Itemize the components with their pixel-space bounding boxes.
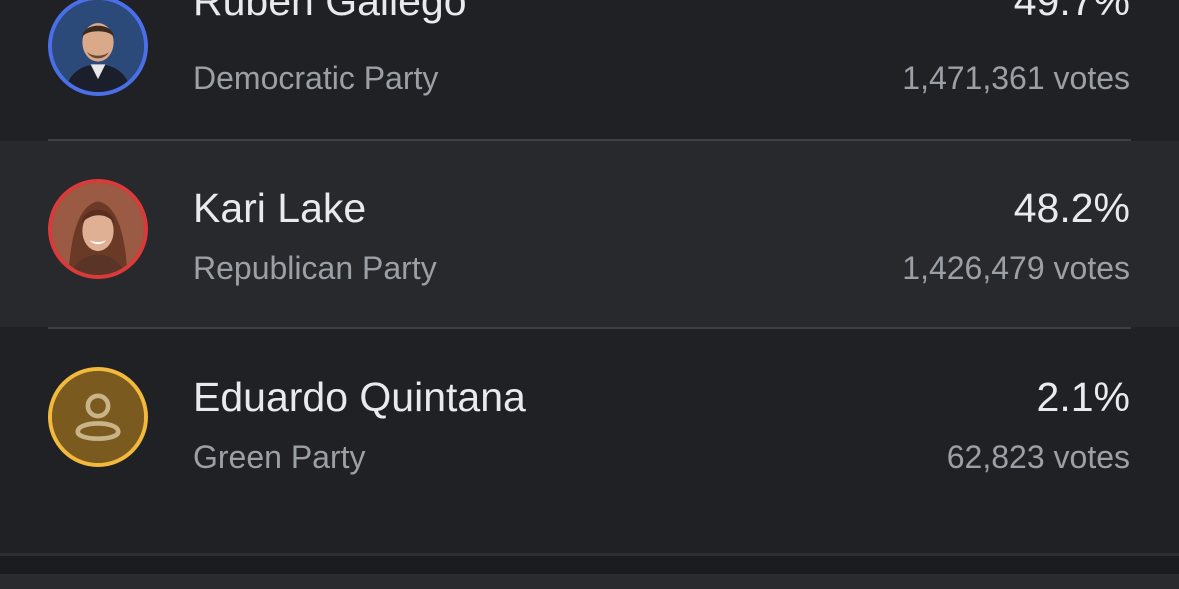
candidate-party: Green Party — [193, 439, 366, 475]
section-gap — [0, 556, 1179, 574]
person-placeholder-icon — [52, 371, 144, 463]
candidate-avatar — [48, 179, 148, 279]
candidate-name: Eduardo Quintana — [193, 374, 526, 420]
candidate-photo — [52, 0, 144, 92]
candidate-row-quintana[interactable]: Eduardo Quintana Green Party 2.1% 62,823… — [0, 329, 1179, 515]
candidate-percent: 49.7% — [1013, 0, 1130, 24]
candidate-row-lake[interactable]: Kari Lake Republican Party 48.2% 1,426,4… — [0, 141, 1179, 327]
next-card-edge — [0, 574, 1179, 589]
candidate-votes: 62,823 votes — [946, 439, 1130, 475]
candidate-votes: 1,426,479 votes — [902, 250, 1130, 286]
candidate-votes: 1,471,361 votes — [902, 60, 1130, 96]
candidate-name: Kari Lake — [193, 185, 367, 231]
candidate-avatar — [48, 367, 148, 467]
candidate-party: Republican Party — [193, 250, 437, 286]
candidate-percent: 2.1% — [1036, 374, 1130, 420]
candidate-percent: 48.2% — [1013, 185, 1130, 231]
candidate-name: Ruben Gallego — [193, 0, 467, 24]
candidate-avatar — [48, 0, 148, 96]
candidate-row-gallego[interactable]: Ruben Gallego Democratic Party 49.7% 1,4… — [0, 0, 1179, 142]
candidate-photo — [52, 183, 144, 275]
candidate-party: Democratic Party — [193, 60, 439, 96]
